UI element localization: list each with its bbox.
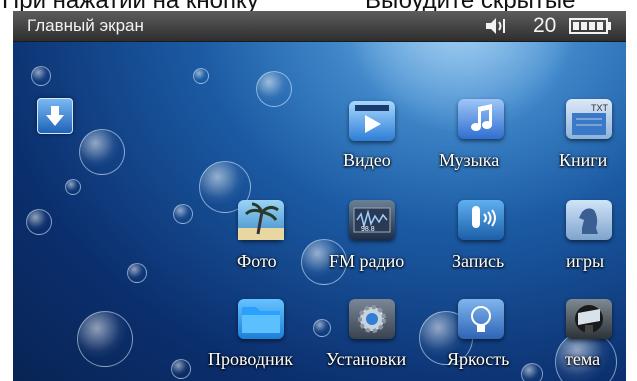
background-bubble [127,263,147,283]
background-bubble [313,319,331,337]
background-bubble [65,179,81,195]
status-bar: Главный экран 20 [13,11,626,42]
chess-knight-icon[interactable] [566,200,612,240]
volume-icon[interactable] [485,17,509,35]
app-label[interactable]: Запись [452,251,504,272]
radio-icon[interactable]: 98.8 [349,200,395,240]
app-label[interactable]: FM радио [329,251,404,272]
app-label[interactable]: Книги [559,150,607,171]
volume-level: 20 [533,14,557,37]
battery-icon [569,18,611,34]
music-note-icon[interactable] [458,99,504,139]
app-label[interactable]: Проводник [208,349,293,370]
svg-text:TXT: TXT [591,103,609,113]
gear-icon[interactable] [349,299,395,339]
background-bubble [77,311,133,367]
app-label[interactable]: Яркость [447,349,509,370]
theme-icon[interactable] [566,299,612,339]
background-bubble [521,363,543,381]
app-label[interactable]: Фото [237,251,277,272]
svg-text:98.8: 98.8 [361,226,375,233]
video-icon[interactable] [349,101,395,141]
app-label[interactable]: Установки [326,349,406,370]
palm-photo-icon[interactable] [238,200,284,240]
app-label[interactable]: игры [566,251,604,272]
app-label[interactable]: Музыка [439,150,499,171]
background-bubble [171,359,191,379]
microphone-icon[interactable] [458,200,504,240]
download-arrow-icon [46,106,64,126]
app-label[interactable]: Видео [343,150,391,171]
folder-icon[interactable] [238,299,284,339]
background-bubble [79,129,125,175]
lightbulb-icon[interactable] [458,299,504,339]
app-label[interactable]: тема [565,349,600,370]
background-bubble [193,68,209,84]
background-bubble [173,204,193,224]
background-bubble [31,66,51,86]
background-bubble [26,209,52,235]
txt-book-icon[interactable]: TXT [566,99,612,139]
device-screen: Главный экран 20 Видео Музыка TXT Книги … [13,11,626,381]
background-bubble [256,71,292,107]
screen-title: Главный экран [27,16,144,35]
back-button[interactable] [37,98,73,134]
